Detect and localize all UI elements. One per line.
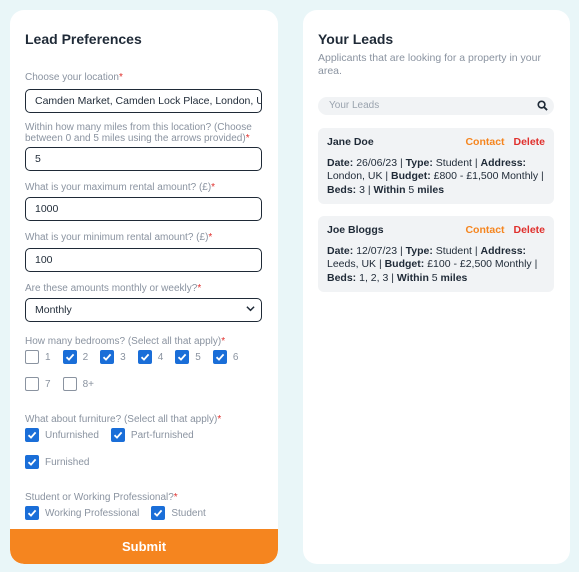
checkbox-option[interactable]: 1 — [25, 350, 51, 364]
checkbox[interactable] — [25, 428, 39, 442]
checkbox-label: 3 — [120, 351, 126, 363]
checkbox-option[interactable]: 2 — [62, 350, 89, 364]
checkbox[interactable] — [62, 377, 77, 391]
checkbox-option[interactable]: Furnished — [25, 455, 89, 469]
delete-button[interactable]: Delete — [513, 136, 545, 148]
checkbox[interactable] — [175, 350, 190, 364]
checkbox-label: 4 — [157, 351, 164, 363]
checkbox-option[interactable]: Part-furnished — [110, 428, 194, 442]
checkbox-label: 2 — [82, 351, 89, 363]
checkbox[interactable] — [110, 428, 125, 442]
checkbox[interactable] — [25, 455, 39, 469]
checkbox-option[interactable]: 6 — [212, 350, 239, 364]
checkbox-label: 1 — [45, 351, 51, 363]
occupation-label: Student or Working Professional?* — [25, 492, 178, 503]
frequency-select[interactable]: Monthly — [25, 298, 262, 322]
furniture-label: What about furniture? (Select all that a… — [25, 414, 222, 425]
checkbox[interactable] — [25, 377, 39, 391]
checkbox[interactable] — [137, 350, 152, 364]
checkbox[interactable] — [62, 350, 77, 364]
checkbox[interactable] — [212, 350, 227, 364]
checkbox[interactable] — [100, 350, 115, 364]
location-label: Choose your location* — [25, 72, 123, 83]
min-rent-input[interactable]: 100 — [25, 248, 262, 272]
checkbox-option[interactable]: 3 — [100, 350, 126, 364]
chevron-down-icon — [246, 304, 255, 315]
checkbox-option[interactable]: Working Professional — [25, 506, 139, 520]
your-leads-subtitle: Applicants that are looking for a proper… — [318, 52, 541, 77]
checkbox-label: Student — [171, 507, 206, 519]
checkbox-option[interactable]: Student — [151, 506, 206, 520]
occupation-row: Working Professional Student — [25, 506, 218, 520]
checkbox-option[interactable]: Unfurnished — [25, 428, 99, 442]
delete-button[interactable]: Delete — [513, 224, 545, 236]
submit-button[interactable]: Submit — [10, 529, 278, 564]
checkbox-option[interactable]: 4 — [137, 350, 164, 364]
search-icon[interactable] — [537, 100, 548, 114]
contact-button[interactable]: Contact — [465, 136, 504, 148]
checkbox-option[interactable]: 5 — [175, 350, 201, 364]
bedrooms-row-2: 7 8+ — [25, 377, 106, 391]
lead-card: Joe Bloggs Contact Delete Date: 12/07/23… — [318, 216, 554, 292]
max-rent-input[interactable]: 1000 — [25, 197, 262, 221]
your-leads-title: Your Leads — [318, 31, 394, 47]
search-placeholder: Your Leads — [329, 100, 380, 111]
lead-preferences-panel: Lead Preferences Choose your location* C… — [10, 10, 278, 564]
lead-card: Jane Doe Contact Delete Date: 26/06/23 |… — [318, 128, 554, 204]
checkbox-label: 7 — [45, 378, 51, 390]
checkbox-label: Furnished — [45, 456, 90, 468]
checkbox-label: Part-furnished — [130, 429, 194, 441]
miles-label: Within how many miles from this location… — [25, 122, 252, 144]
lead-name: Jane Doe — [327, 136, 374, 148]
lead-name: Joe Bloggs — [327, 224, 384, 236]
max-rent-label: What is your maximum rental amount? (£)* — [25, 182, 216, 193]
location-input[interactable]: Camden Market, Camden Lock Place, London… — [25, 89, 262, 113]
bedrooms-row-1: 1 2 3 4 5 6 — [25, 350, 250, 364]
checkbox[interactable] — [25, 350, 39, 364]
checkbox-label: Working Professional — [45, 507, 140, 519]
checkbox-label: 8+ — [82, 378, 94, 390]
bedrooms-label: How many bedrooms? (Select all that appl… — [25, 336, 226, 347]
lead-details: Date: 26/06/23 | Type: Student | Address… — [327, 156, 544, 196]
furniture-row-1: Unfurnished Part-furnished — [25, 428, 206, 442]
lead-details: Date: 12/07/23 | Type: Student | Address… — [327, 244, 538, 284]
furniture-row-2: Furnished — [25, 455, 101, 469]
lead-preferences-title: Lead Preferences — [25, 31, 142, 47]
min-rent-label: What is your minimum rental amount? (£)* — [25, 232, 213, 243]
miles-input[interactable]: 5 — [25, 147, 262, 171]
checkbox[interactable] — [151, 506, 166, 520]
checkbox-label: 5 — [195, 351, 201, 363]
frequency-label: Are these amounts monthly or weekly?* — [25, 283, 202, 294]
search-input[interactable]: Your Leads — [318, 97, 554, 115]
checkbox-option[interactable]: 7 — [25, 377, 51, 391]
checkbox-label: 6 — [232, 351, 239, 363]
checkbox-label: Unfurnished — [45, 429, 99, 441]
contact-button[interactable]: Contact — [465, 224, 504, 236]
checkbox[interactable] — [25, 506, 39, 520]
your-leads-panel: Your Leads Applicants that are looking f… — [303, 10, 570, 564]
checkbox-option[interactable]: 8+ — [62, 377, 94, 391]
frequency-select-value: Monthly — [35, 304, 72, 316]
